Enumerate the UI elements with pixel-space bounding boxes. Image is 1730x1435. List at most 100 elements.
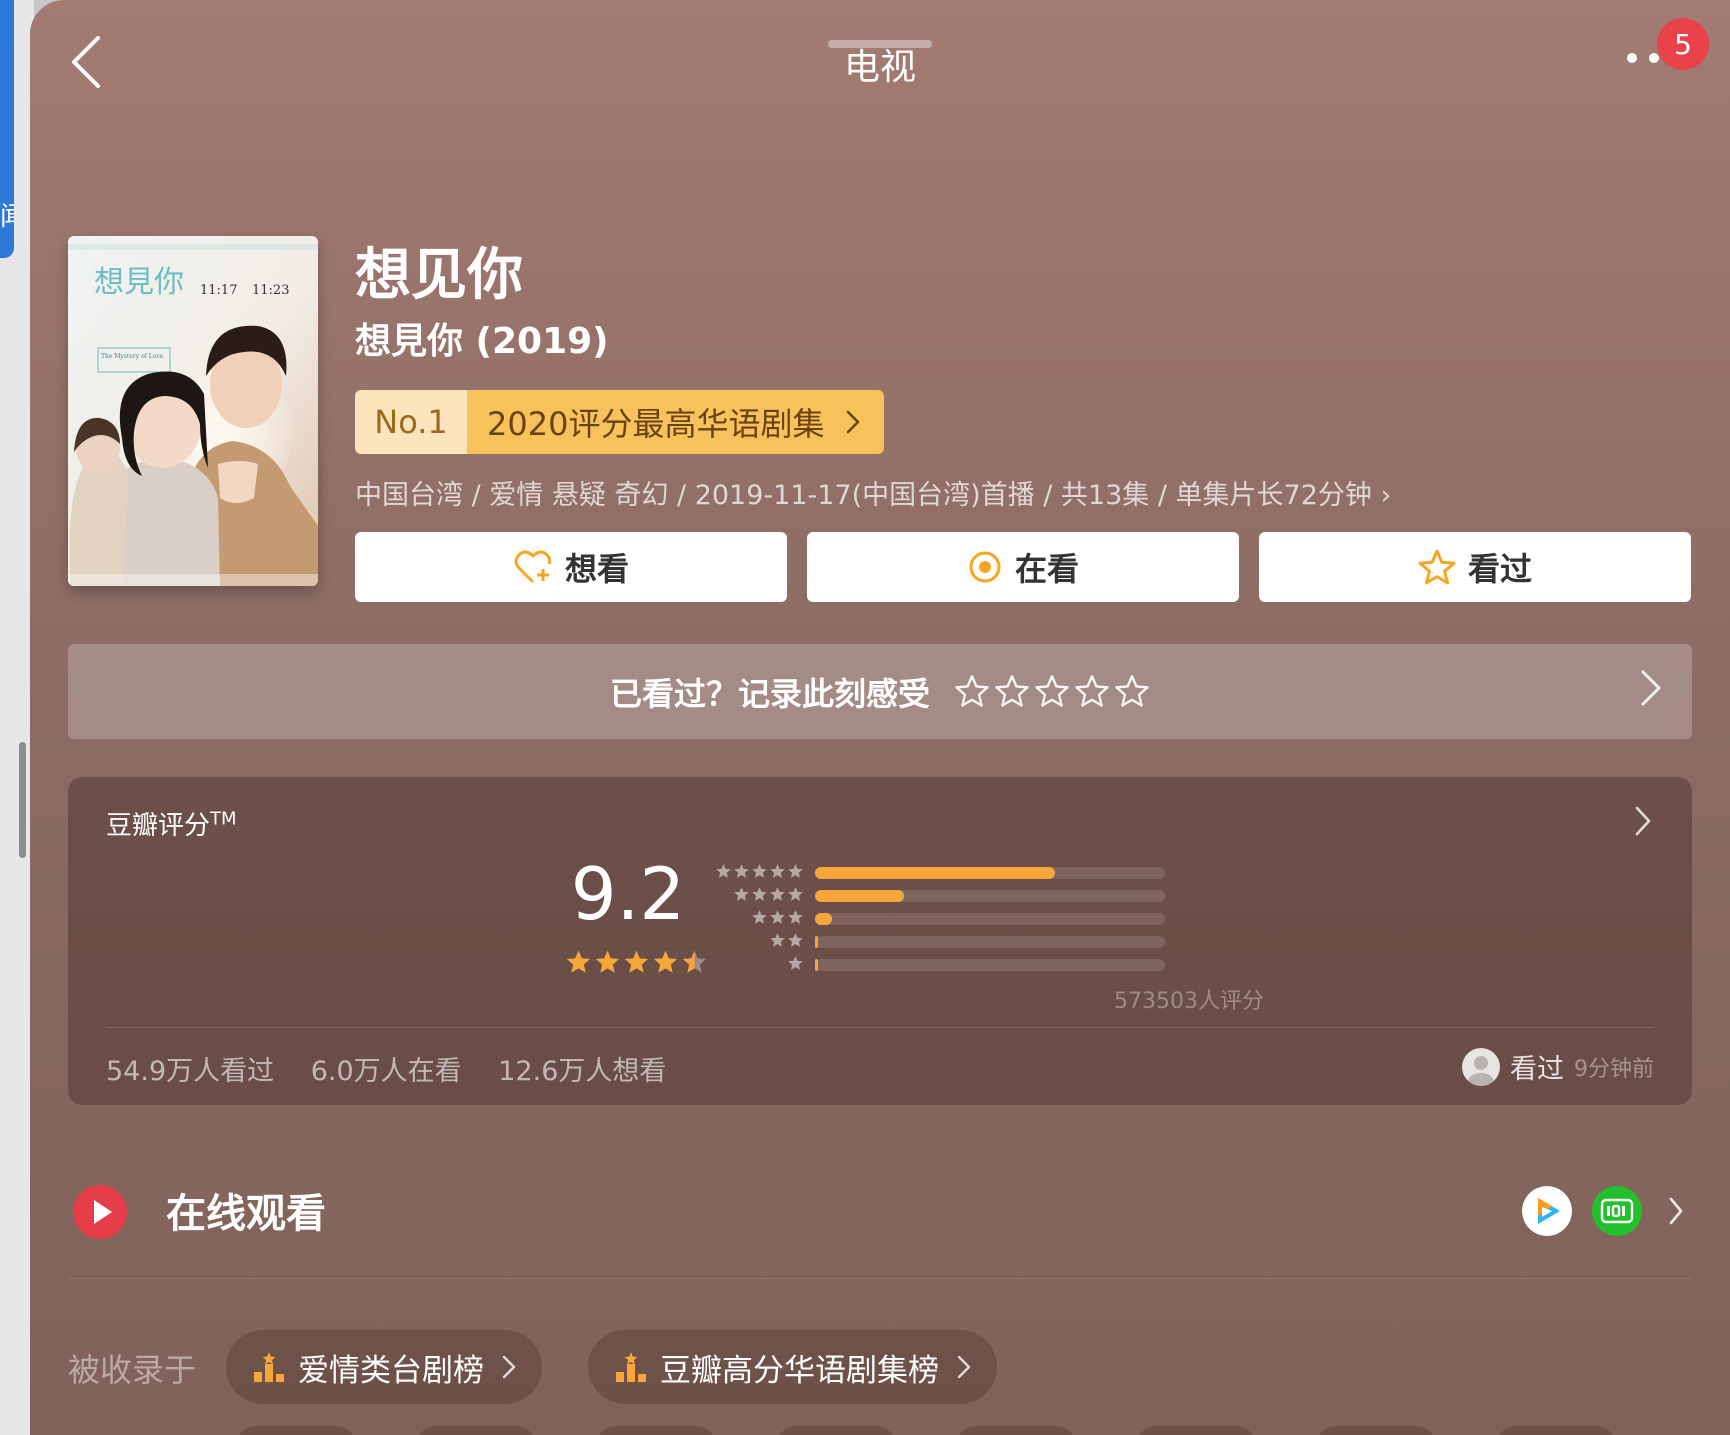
star-icon <box>788 864 803 878</box>
watching-button[interactable]: 在看 <box>807 532 1239 602</box>
chevron-right-icon <box>847 410 860 434</box>
tencent-video-icon[interactable] <box>1522 1186 1572 1236</box>
watched-count: 54.9万人看过 <box>106 1056 275 1087</box>
show-original-title: 想見你 (2019) <box>355 321 609 362</box>
star-icon <box>566 950 591 973</box>
chart-chip-romance-tw[interactable]: 爱情类台剧榜 <box>226 1330 542 1404</box>
included-in-label: 被收录于 <box>68 1351 197 1389</box>
distribution-stars <box>787 955 804 972</box>
next-section-chip[interactable] <box>596 1426 716 1435</box>
ranking-badge[interactable]: No.1 2020评分最高华语剧集 <box>355 390 885 454</box>
douban-rating-card[interactable]: 豆瓣评分TM 9.2 573503人评分 54.9万人看过 6.0万人在看 12… <box>68 777 1692 1105</box>
star-icon <box>1418 549 1456 585</box>
chart-chip-top-chinese-series[interactable]: 豆瓣高分华语剧集榜 <box>588 1330 997 1404</box>
iqiyi-icon[interactable] <box>1592 1186 1642 1236</box>
ranking-number: No.1 <box>355 390 467 454</box>
poster-time-1: 11:17 <box>200 283 237 298</box>
distribution-stars <box>733 886 804 903</box>
rating-score: 9.2 <box>570 852 686 936</box>
show-meta-info[interactable]: 中国台湾 / 爱情 悬疑 奇幻 / 2019-11-17(中国台湾)首播 / 共… <box>355 476 1391 516</box>
ranking-title-wrap: 2020评分最高华语剧集 <box>467 390 885 454</box>
rating-distribution-row <box>708 909 1168 927</box>
want-to-watch-label: 想看 <box>564 550 629 588</box>
show-title: 想见你 <box>355 243 523 308</box>
star-icon <box>595 950 620 973</box>
ranking-title: 2020评分最高华语剧集 <box>487 405 825 443</box>
star-icon <box>770 910 785 924</box>
friend-time: 9分钟前 <box>1574 1056 1654 1082</box>
rate-stars[interactable] <box>954 674 1150 710</box>
star-icon <box>995 674 1029 707</box>
poster-time-2: 11:23 <box>252 283 289 298</box>
chevron-right-icon[interactable] <box>1668 1196 1684 1226</box>
friend-activity[interactable]: 看过 9分钟前 <box>1462 1047 1654 1086</box>
rating-label-text: 豆瓣评分 <box>106 811 211 841</box>
distribution-stars <box>715 863 804 880</box>
star-icon <box>770 887 785 901</box>
rate-prompt-text: 已看过？记录此刻感受 <box>609 674 930 713</box>
distribution-bar <box>815 890 904 902</box>
distribution-stars <box>769 932 804 949</box>
watched-label: 看过 <box>1467 550 1532 588</box>
page-title: 电视 <box>843 47 916 88</box>
background-app-tab[interactable]: 闻 <box>0 0 14 258</box>
distribution-track <box>815 959 1165 971</box>
online-watch-title[interactable]: 在线观看 <box>166 1186 326 1242</box>
star-icon <box>788 933 803 947</box>
distribution-stars <box>751 909 804 926</box>
divider <box>106 1027 1654 1028</box>
rating-label: 豆瓣评分TM <box>106 805 237 842</box>
watched-button[interactable]: 看过 <box>1259 532 1691 602</box>
star-icon <box>1115 674 1149 707</box>
next-section-chip[interactable] <box>416 1426 536 1435</box>
back-icon[interactable] <box>64 30 110 94</box>
star-icon <box>624 950 649 973</box>
notification-badge[interactable]: 5 <box>1657 18 1709 70</box>
rate-prompt-bar[interactable]: 已看过？记录此刻感受 <box>68 644 1692 739</box>
star-icon <box>734 864 749 878</box>
distribution-bar <box>815 867 1055 879</box>
rating-distribution-row <box>708 886 1168 904</box>
distribution-track <box>815 913 1165 925</box>
next-section-chip[interactable] <box>236 1426 356 1435</box>
target-icon <box>969 551 1001 583</box>
next-section-chip[interactable] <box>1496 1426 1616 1435</box>
next-section-chip[interactable] <box>1316 1426 1436 1435</box>
star-icon <box>788 887 803 901</box>
next-section-chip[interactable] <box>1136 1426 1256 1435</box>
background-app-glyph: 闻 <box>0 202 14 232</box>
avatar <box>1462 1047 1500 1086</box>
star-icon <box>955 674 989 707</box>
star-icon <box>752 910 767 924</box>
star-icon <box>716 864 731 878</box>
star-icon <box>1075 674 1109 707</box>
podium-icon <box>616 1352 646 1382</box>
star-icon <box>734 887 749 901</box>
star-icon <box>1035 674 1069 707</box>
chart-chip-label: 爱情类台剧榜 <box>298 1352 484 1389</box>
poster-title-art: 想見你 <box>94 265 184 300</box>
chart-chip-label: 豆瓣高分华语剧集榜 <box>660 1352 939 1389</box>
star-icon <box>788 956 803 970</box>
want-to-watch-button[interactable]: 想看 <box>355 532 787 602</box>
distribution-track <box>815 936 1165 948</box>
next-section-chip[interactable] <box>776 1426 896 1435</box>
want-count: 12.6万人想看 <box>498 1056 667 1087</box>
friend-status: 看过 <box>1510 1054 1564 1085</box>
star-icon <box>752 864 767 878</box>
watching-count: 6.0万人在看 <box>310 1056 462 1087</box>
heart-plus-icon <box>514 550 552 584</box>
chevron-right-icon <box>502 1355 516 1379</box>
podium-icon <box>254 1352 284 1382</box>
poster-image[interactable]: 想見你 11:17 11:23 The Mystery of Love <box>68 236 318 586</box>
split-view-handle[interactable] <box>19 742 26 858</box>
star-icon <box>682 950 707 973</box>
star-icon <box>770 864 785 878</box>
watching-label: 在看 <box>1014 550 1079 588</box>
watch-stats: 54.9万人看过 6.0万人在看 12.6万人想看 <box>106 1049 694 1088</box>
distribution-bar <box>815 959 818 971</box>
play-icon <box>73 1185 127 1239</box>
divider <box>68 1278 1692 1279</box>
rating-distribution-row <box>708 955 1168 973</box>
next-section-chip[interactable] <box>956 1426 1076 1435</box>
